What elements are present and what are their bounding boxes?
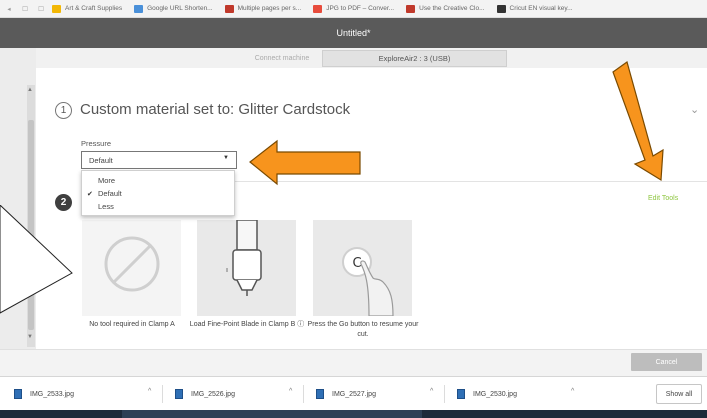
go-button-press-icon: C [342, 247, 394, 316]
bookmark-item[interactable]: Art & Craft Supplies [52, 4, 122, 13]
download-item[interactable]: IMG_2533.jpg [14, 386, 74, 402]
tool-card-clamp-a [82, 220, 181, 316]
footer-bar [0, 349, 707, 376]
scroll-up-icon[interactable]: ▲ [27, 87, 33, 93]
tool-card-go-button: C [313, 220, 412, 316]
bookmarks-bar: ◂ ☐ ☐ Art & Craft Supplies Google URL Sh… [0, 0, 707, 18]
download-item[interactable]: IMG_2527.jpg [316, 386, 376, 402]
pressure-option-less[interactable]: Less [82, 200, 234, 213]
image-file-icon [316, 389, 324, 399]
no-tool-icon [104, 236, 160, 292]
bookmark-nav: ◂ ☐ ☐ [0, 5, 52, 13]
image-file-icon [457, 389, 465, 399]
tool-caption-clamp-b: Load Fine-Point Blade in Clamp B ⓘ [189, 321, 305, 328]
machine-select[interactable]: ExploreAir2 : 3 (USB) [322, 50, 507, 67]
divider [444, 385, 445, 403]
pressure-label: Pressure [81, 139, 112, 148]
callout-pointer [0, 205, 73, 314]
apps-icon[interactable]: ☐ [20, 5, 30, 13]
bookmark-favicon-icon [134, 4, 144, 13]
fine-point-blade-icon [226, 220, 262, 296]
chevron-up-icon[interactable]: ^ [430, 388, 433, 395]
chevron-up-icon[interactable]: ^ [148, 388, 151, 395]
window-title: Untitled* [336, 28, 371, 38]
machine-row: Connect machine ExploreAir2 : 3 (USB) [0, 48, 707, 68]
divider [303, 385, 304, 403]
show-all-button[interactable]: Show all [656, 384, 702, 404]
svg-text:C: C [352, 256, 361, 271]
scroll-down-icon[interactable]: ▼ [27, 334, 33, 340]
material-heading: Custom material set to: Glitter Cardstoc… [80, 101, 351, 118]
back-icon[interactable]: ◂ [4, 5, 14, 13]
connect-machine-label[interactable]: Connect machine [242, 51, 322, 65]
tool-card-clamp-b [197, 220, 296, 316]
bookmark-favicon-icon [224, 4, 234, 13]
image-file-icon [175, 389, 183, 399]
bookmark-favicon-icon [496, 4, 506, 13]
check-icon: ✔ [87, 190, 93, 198]
image-file-icon [14, 389, 22, 399]
bookmark-item[interactable]: JPG to PDF – Conver... [313, 4, 394, 13]
divider [162, 385, 163, 403]
tool-caption-clamp-a: No tool required in Clamp A [89, 321, 175, 328]
tool-caption-go: Press the Go button to resume your cut. [307, 321, 419, 338]
bookmark-item[interactable]: Cricut EN visual key... [496, 4, 573, 13]
bookmark-favicon-icon [406, 4, 416, 13]
pressure-select[interactable]: Default ▼ [81, 151, 237, 169]
chevron-up-icon[interactable]: ^ [571, 388, 574, 395]
bookmark-item[interactable]: Google URL Shorten... [134, 4, 213, 13]
edit-tools-link[interactable]: Edit Tools [648, 195, 678, 202]
bookmark-item[interactable]: Multiple pages per s... [224, 4, 301, 13]
bookmark-favicon-icon [52, 4, 61, 13]
pressure-option-more[interactable]: More [82, 174, 234, 187]
downloads-bar: IMG_2533.jpg ^ IMG_2526.jpg ^ IMG_2527.j… [0, 376, 707, 410]
step-1-badge: 1 [55, 102, 72, 119]
bookmark-item[interactable]: Use the Creative Clo... [406, 4, 485, 13]
pressure-selected-value: Default [89, 155, 113, 165]
download-item[interactable]: IMG_2526.jpg [175, 386, 235, 402]
taskbar-apps [122, 410, 422, 418]
pressure-option-default[interactable]: ✔ Default [82, 187, 234, 200]
download-item[interactable]: IMG_2530.jpg [457, 386, 517, 402]
chevron-up-icon[interactable]: ^ [289, 388, 292, 395]
pressure-dropdown-menu: More ✔ Default Less [81, 170, 235, 216]
chevron-down-icon[interactable]: ⌄ [690, 103, 699, 116]
arrow-down-icon [612, 61, 664, 182]
arrow-left-icon [249, 139, 361, 186]
cancel-button[interactable]: Cancel [631, 353, 702, 371]
caret-down-icon: ▼ [223, 155, 229, 161]
bookmark-folder-icon[interactable]: ☐ [36, 5, 46, 13]
bookmark-favicon-icon [313, 4, 323, 13]
window-titlebar: Untitled* [0, 18, 707, 48]
